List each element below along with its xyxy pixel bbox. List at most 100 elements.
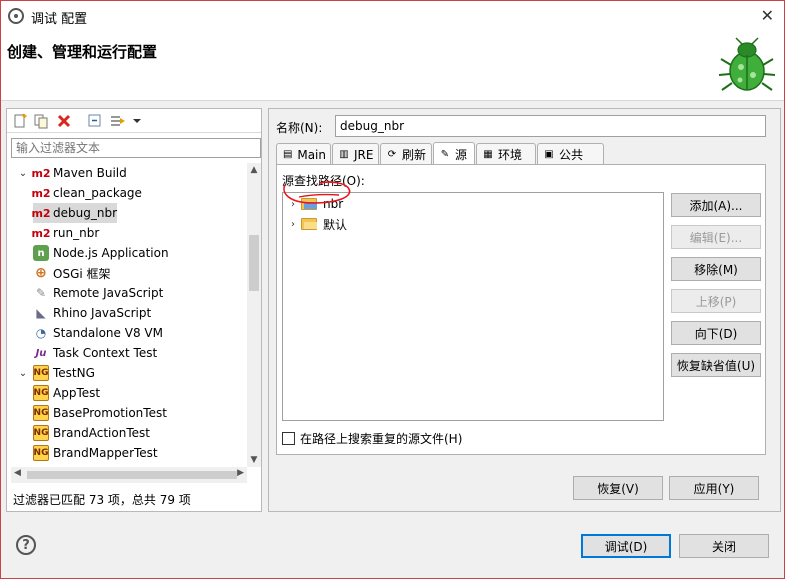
source-entry[interactable]: › 默认 <box>287 215 347 233</box>
tree-item-label: Standalone V8 VM <box>53 326 163 340</box>
debug-bug-icon <box>718 37 776 91</box>
tree-item[interactable]: m2 debug_nbr <box>31 203 117 223</box>
source-tab-icon: ✎ <box>440 148 450 160</box>
dialog-header: 创建、管理和运行配置 <box>1 31 784 101</box>
configuration-name-input[interactable] <box>335 115 766 137</box>
jre-tab-icon: ▥ <box>339 149 349 160</box>
configuration-tabs: ▤ Main ▥ JRE ⟳ 刷新 ✎ 源 ▦ 环境 ▣ 公共 <box>276 142 766 165</box>
move-down-button[interactable]: 向下(D) <box>671 321 761 345</box>
move-up-button[interactable]: 上移(P) <box>671 289 761 313</box>
debug-configurations-window: 调试 配置 ✕ 创建、管理和运行配置 输入过滤器文本 ⌄ m2 Maven Bu… <box>0 0 785 579</box>
tab-main[interactable]: ▤ Main <box>276 143 331 165</box>
tree-item[interactable]: ⌄ m2 Maven Build <box>17 163 127 183</box>
eclipse-app-icon <box>8 8 24 24</box>
tree-item-label: BasePromotionTest <box>53 406 167 420</box>
tab-refresh[interactable]: ⟳ 刷新 <box>380 143 432 165</box>
m2-icon: m2 <box>31 186 51 200</box>
tree-horizontal-scrollbar[interactable]: ◀ ▶ <box>11 467 247 483</box>
title-bar: 调试 配置 ✕ <box>1 1 784 31</box>
expand-toggle-icon[interactable]: ⌄ <box>17 368 29 379</box>
scroll-right-icon[interactable]: ▶ <box>237 468 244 478</box>
tree-item-label: Task Context Test <box>53 346 158 360</box>
configuration-list-panel: ⌄m2Maven Buildm2clean_packagem2debug_nbr… <box>6 108 262 512</box>
expand-toggle-icon[interactable]: › <box>287 219 299 230</box>
tree-item-label: OSGi 框架 <box>53 266 111 281</box>
scroll-up-icon[interactable]: ▲ <box>247 165 261 175</box>
tab-environment[interactable]: ▦ 环境 <box>476 143 536 165</box>
testng-icon: NG <box>33 405 49 421</box>
help-icon[interactable]: ? <box>16 535 36 555</box>
configuration-toolbar <box>7 109 261 133</box>
testng-icon: NG <box>33 365 49 381</box>
tree-item[interactable]: ⊕ OSGi 框架 <box>17 263 111 283</box>
m2-icon: m2 <box>31 206 51 220</box>
close-window-icon[interactable]: ✕ <box>761 6 774 25</box>
filter-match-count: 过滤器已匹配 73 项，总共 79 项 <box>13 493 191 507</box>
tab-common[interactable]: ▣ 公共 <box>537 143 604 165</box>
tree-item[interactable]: ◣ Rhino JavaScript <box>17 303 151 323</box>
tree-item[interactable]: NG BrandActionTest <box>33 423 150 443</box>
tree-item-label: run_nbr <box>53 226 100 240</box>
tree-vertical-scrollbar[interactable]: ▲ ▼ <box>247 163 261 467</box>
tree-item-label: clean_package <box>53 186 142 200</box>
common-tab-icon: ▣ <box>544 149 554 160</box>
main-tab-icon: ▤ <box>282 149 293 160</box>
name-label: 名称(N): <box>276 121 323 135</box>
filter-input[interactable] <box>11 138 261 158</box>
tree-item[interactable]: NG BasePromotionTest <box>33 403 167 423</box>
environment-tab-icon: ▦ <box>483 149 493 160</box>
testng-icon: NG <box>33 445 49 461</box>
expand-toggle-icon[interactable]: ⌄ <box>17 168 29 179</box>
nodejs-icon: n <box>33 245 49 261</box>
tree-item[interactable]: NG BrandMapperTest <box>33 443 158 463</box>
search-duplicates-option[interactable]: 在路径上搜索重复的源文件(H) <box>282 430 462 447</box>
filter-configurations-icon[interactable] <box>110 113 126 129</box>
tree-item[interactable]: ◔ Standalone V8 VM <box>17 323 163 343</box>
search-duplicates-checkbox[interactable] <box>282 432 295 445</box>
scroll-down-icon[interactable]: ▼ <box>247 455 261 465</box>
scroll-left-icon[interactable]: ◀ <box>14 468 21 478</box>
remove-button[interactable]: 移除(M) <box>671 257 761 281</box>
refresh-tab-icon: ⟳ <box>387 149 397 160</box>
tab-source[interactable]: ✎ 源 <box>433 142 475 165</box>
collapse-all-icon[interactable] <box>87 113 103 129</box>
apply-button[interactable]: 应用(Y) <box>669 476 759 500</box>
revert-button[interactable]: 恢复(V) <box>573 476 663 500</box>
source-lookup-list[interactable]: › nbr › 默认 <box>282 192 664 421</box>
restore-defaults-button[interactable]: 恢复缺省值(U) <box>671 353 761 377</box>
tree-item-label: AppTest <box>53 386 101 400</box>
debug-button[interactable]: 调试(D) <box>581 534 671 558</box>
tab-label: 公共 <box>559 148 584 162</box>
tree-item[interactable]: m2 clean_package <box>31 183 142 203</box>
edit-button[interactable]: 编辑(E)... <box>671 225 761 249</box>
source-entry-label: 默认 <box>323 217 348 232</box>
new-configuration-icon[interactable] <box>12 113 28 129</box>
configuration-tree: ⌄ m2 Maven Build m2 clean_package m2 debug_nbr… <box>11 163 247 465</box>
chevron-down-icon[interactable] <box>132 113 142 129</box>
delete-configuration-icon[interactable] <box>56 113 72 129</box>
tree-item-label: Maven Build <box>53 166 127 180</box>
duplicate-configuration-icon[interactable] <box>33 113 49 129</box>
tree-item-label: Node.js Application <box>53 246 169 260</box>
testng-icon: NG <box>33 425 49 441</box>
tab-label: 源 <box>455 147 468 162</box>
junit-icon: Ju <box>35 347 47 359</box>
tree-item[interactable]: Ju Task Context Test <box>17 343 158 363</box>
source-tab-content: 源查找路径(O): › nbr › 默认 添加(A)... 编辑(E)... 移除(M) 上… <box>276 164 766 455</box>
tree-item[interactable]: n Node.js Application <box>17 243 169 263</box>
tree-item[interactable]: NG AppTest <box>33 383 100 403</box>
close-button[interactable]: 关闭 <box>679 534 769 558</box>
tree-item[interactable]: ⌄ NG TestNG <box>17 363 95 383</box>
scrollbar-thumb[interactable] <box>27 471 237 479</box>
tree-item-label: BrandActionTest <box>53 426 150 440</box>
tree-item[interactable]: m2 run_nbr <box>31 223 100 243</box>
add-button[interactable]: 添加(A)... <box>671 193 761 217</box>
folder-icon <box>301 218 317 230</box>
tree-item[interactable]: ✎ Remote JavaScript <box>17 283 163 303</box>
tree-item-label: BrandMapperTest <box>53 446 158 460</box>
v8-icon: ◔ <box>35 326 47 340</box>
tree-item-label: debug_nbr <box>53 206 117 220</box>
scrollbar-thumb[interactable] <box>249 235 259 291</box>
tree-item-label: TestNG <box>53 366 95 380</box>
tab-jre[interactable]: ▥ JRE <box>332 143 379 165</box>
